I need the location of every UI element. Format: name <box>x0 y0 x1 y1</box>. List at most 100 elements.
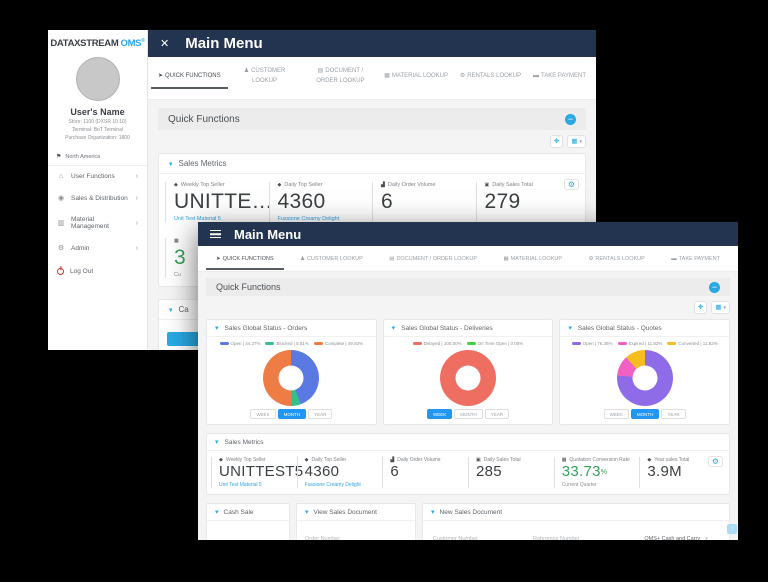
caret-down-icon: ▾ <box>705 536 708 540</box>
logo-oms: OMS <box>120 38 142 50</box>
period-buttons: WEEK MONTH YEAR <box>250 409 333 420</box>
power-icon <box>57 268 64 276</box>
quick-functions-section-header: Quick Functions − <box>206 278 730 296</box>
sidebar-item-admin[interactable]: ⚙ Admin › <box>48 237 147 259</box>
back-tab-bar: ➤ QUICK FUNCTIONS ♟ CUSTOMER LOOKUP ▤ DOCUM… <box>148 57 596 100</box>
chevron-down-icon: ▾ <box>169 160 173 168</box>
metric-daily-top-seller: ◆ Daily Top Seller 4360 Fussione Creamy D… <box>296 457 383 489</box>
legend-swatch <box>571 341 581 346</box>
period-week-button[interactable]: WEEK <box>250 409 276 420</box>
cart-icon: ▤ <box>317 68 324 75</box>
legend-swatch <box>313 341 323 346</box>
toolbar: ✥ ▦ ▾ <box>206 301 730 315</box>
period-month-button[interactable]: MONTH <box>277 409 307 420</box>
gear-icon: ⚙ <box>588 255 594 262</box>
tag-icon: ◆ <box>277 182 282 189</box>
period-week-button[interactable]: WEEK <box>426 409 453 420</box>
home-icon: ⌂ <box>58 173 64 181</box>
period-year-button[interactable]: YEAR <box>484 409 509 420</box>
tab-document-order-lookup[interactable]: ▤ DOCUMENT / ORDER LOOKUP <box>387 248 479 270</box>
cash-sale-header[interactable]: ▾ Cash Sale <box>207 504 289 522</box>
back-window-titlebar: ✕ Main Menu <box>148 30 596 57</box>
sales-metrics-header[interactable]: ▾ Sales Metrics <box>159 154 585 175</box>
logo-registered-mark: ® <box>141 38 145 44</box>
sales-metrics-header[interactable]: ▾ Sales Metrics <box>207 434 729 452</box>
sales-icon: ◉ <box>57 195 65 203</box>
order-number-input[interactable] <box>305 533 407 540</box>
chevron-down-icon: ▾ <box>215 325 219 333</box>
avatar <box>75 57 120 102</box>
tab-quick-functions[interactable]: ➤ QUICK FUNCTIONS <box>206 248 284 270</box>
legend-swatch <box>667 341 677 346</box>
grid-icon: ▦ <box>174 238 179 245</box>
tab-take-payment[interactable]: ▬ TAKE PAYMENT <box>669 248 722 270</box>
settings-button[interactable]: ⚙ <box>707 456 723 468</box>
chevron-down-icon: ▾ <box>431 509 435 517</box>
period-year-button[interactable]: YEAR <box>308 409 333 420</box>
period-month-button[interactable]: MONTH <box>630 409 660 420</box>
period-month-button[interactable]: MONTH <box>454 409 483 420</box>
chevron-down-icon: ▾ <box>305 509 309 517</box>
settings-button[interactable]: ⚙ <box>563 179 579 191</box>
chart-header[interactable]: ▾ Sales Global Status - Orders <box>207 320 376 338</box>
caret-down-icon: ▾ <box>723 305 726 311</box>
sidebar-item-user-functions[interactable]: ⌂ User Functions › <box>48 166 147 187</box>
region-selector[interactable]: ⚑ North America <box>48 147 147 167</box>
sidebar-item-material-management[interactable]: ▥ Material Management › <box>48 209 147 237</box>
section-title: Quick Functions <box>168 113 240 125</box>
charts-row: ▾ Sales Global Status - Orders Open | 44… <box>206 319 730 426</box>
bar-chart-icon: ▟ <box>381 182 385 189</box>
expand-button[interactable]: ✥ <box>693 301 708 315</box>
chart-card-quotes: ▾ Sales Global Status - Quotes Open | 76… <box>559 319 730 426</box>
metric-daily-top-seller: ◆ Daily Top Seller 4360 Fussione Creamy D… <box>268 182 373 223</box>
chart-legend: Open | 44.27% Blocked | 5.81% Complete |… <box>219 341 363 346</box>
period-week-button[interactable]: WEEK <box>603 409 629 420</box>
customer-number-input[interactable] <box>433 533 519 540</box>
order-type-select[interactable]: OMS+ Cash and Carry ▾ <box>633 533 719 540</box>
new-sales-header[interactable]: ▾ New Sales Document <box>423 504 729 522</box>
layout-button[interactable]: ▦ ▾ <box>567 135 586 149</box>
cash-sale-panel: ▾ Cash Sale CASH SALE <box>206 503 290 540</box>
chart-header[interactable]: ▾ Sales Global Status - Deliveries <box>383 320 553 338</box>
quick-functions-section-header: Quick Functions − <box>158 108 586 130</box>
chart-header[interactable]: ▾ Sales Global Status - Quotes <box>560 320 729 338</box>
layout-button[interactable]: ▦ ▾ <box>711 301 730 315</box>
tab-customer-lookup[interactable]: ♟ CUSTOMER LOOKUP <box>232 62 298 93</box>
tab-material-lookup[interactable]: ▦ MATERIAL LOOKUP <box>383 67 449 89</box>
tab-material-lookup[interactable]: ▦ MATERIAL LOOKUP <box>501 248 564 270</box>
sidebar-item-sales-distribution[interactable]: ◉ Sales & Distribution › <box>48 187 147 209</box>
card-icon: ▬ <box>671 255 677 262</box>
tab-rentals-lookup[interactable]: ⚙ RENTALS LOOKUP <box>586 248 646 270</box>
tab-customer-lookup[interactable]: ♟ CUSTOMER LOOKUP <box>298 248 365 270</box>
sales-metrics-card: ▾ Sales Metrics ◆ Weekly Top Seller UNITT… <box>206 433 730 496</box>
metric-link[interactable]: Unit Test Material 5 <box>219 482 290 488</box>
metric-link[interactable]: Fussione Creamy Delight <box>305 482 376 488</box>
reference-number-input[interactable] <box>533 533 619 540</box>
truck-icon: ▥ <box>57 220 65 228</box>
chart-card-orders: ▾ Sales Global Status - Orders Open | 44… <box>206 319 377 426</box>
collapse-button[interactable]: − <box>709 281 720 293</box>
metric-quotation-conversion-rate: ▦ Quotation Conversion Rate 33.73% Curren… <box>553 457 640 489</box>
view-sales-document-panel: ▾ View Sales Document DISPLAY <box>296 503 416 540</box>
menu-icon[interactable] <box>210 230 221 238</box>
plane-icon: ➤ <box>216 255 221 262</box>
plane-icon: ➤ <box>157 73 163 80</box>
new-sales-document-panel: ▾ New Sales Document OMS+ Cash and Carry… <box>422 503 730 540</box>
tab-rentals-lookup[interactable]: ⚙ RENTALS LOOKUP <box>459 67 522 89</box>
scroll-top-button[interactable]: ↑ <box>727 524 737 534</box>
front-window-titlebar: Main Menu <box>198 222 738 246</box>
expand-button[interactable]: ✥ <box>549 135 564 149</box>
view-sales-header[interactable]: ▾ View Sales Document <box>297 504 415 522</box>
tab-quick-functions[interactable]: ➤ QUICK FUNCTIONS <box>150 67 228 89</box>
section-title: Quick Functions <box>216 282 281 292</box>
tab-document-order-lookup[interactable]: ▤ DOCUMENT / ORDER LOOKUP <box>307 62 373 93</box>
close-icon[interactable]: ✕ <box>160 37 169 50</box>
period-year-button[interactable]: YEAR <box>661 409 686 420</box>
legend-swatch <box>617 341 627 346</box>
toolbar: ✥ ▦ ▾ <box>158 135 586 149</box>
tab-take-payment[interactable]: ▬ TAKE PAYMENT <box>532 67 587 89</box>
collapse-button[interactable]: − <box>565 113 576 125</box>
front-window-title: Main Menu <box>234 226 302 242</box>
logout-button[interactable]: Log Out <box>48 261 147 282</box>
tag-icon: ◆ <box>174 182 178 189</box>
